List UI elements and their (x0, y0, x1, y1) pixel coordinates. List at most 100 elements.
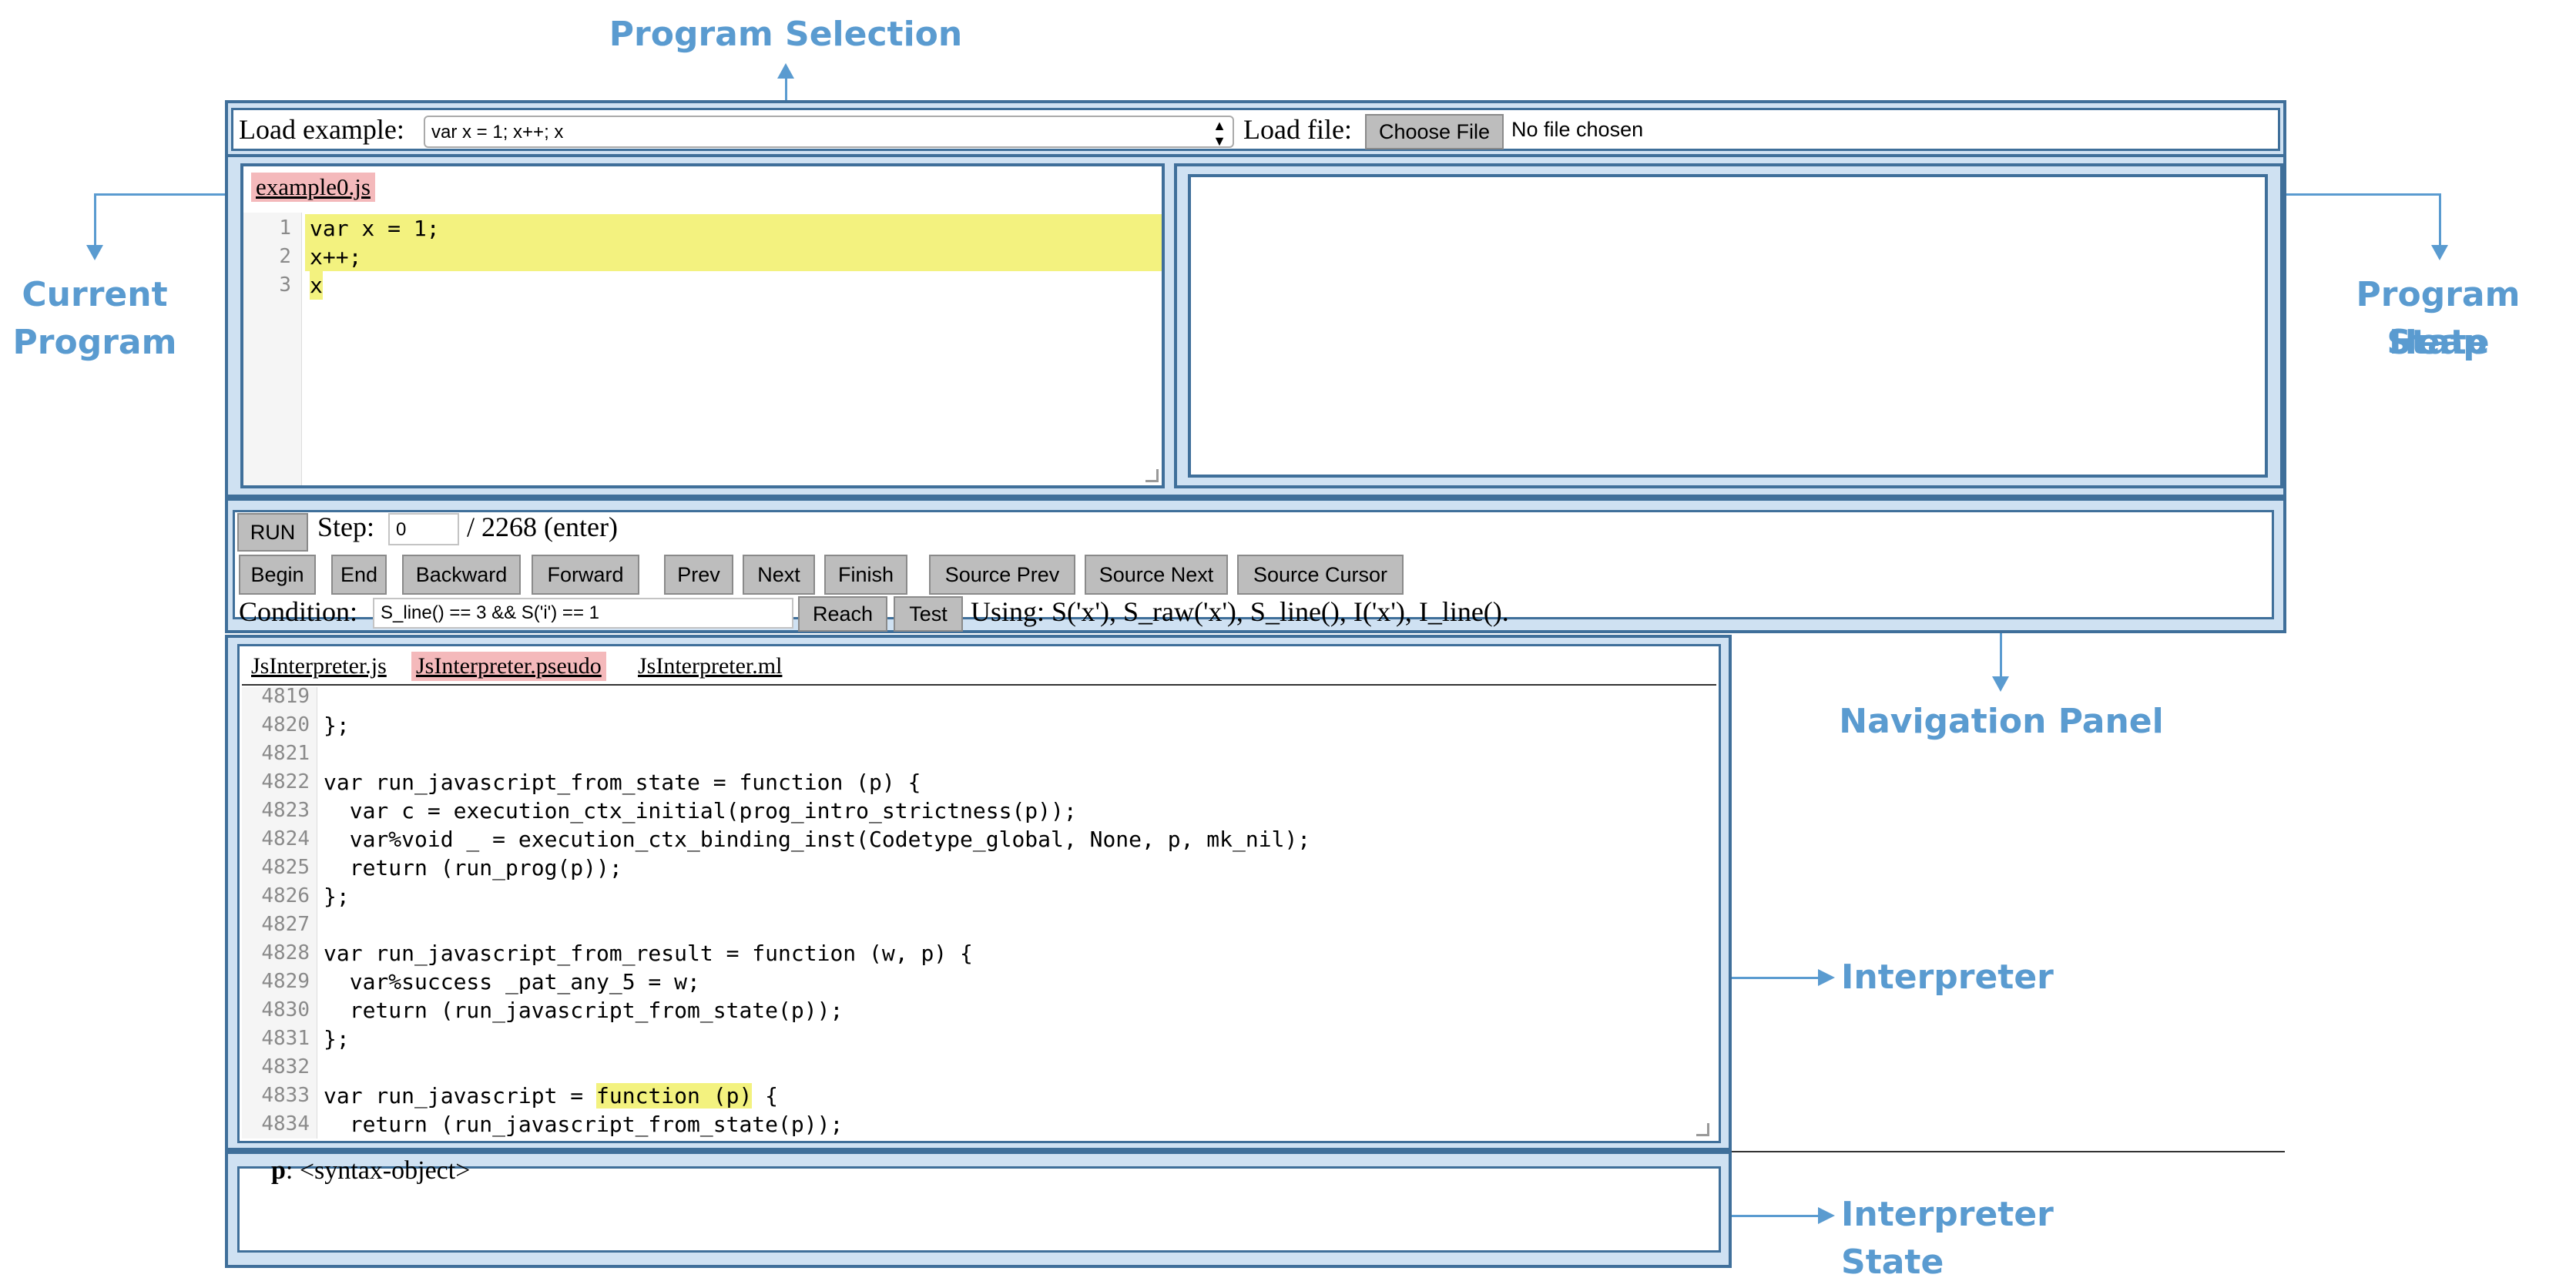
end-button[interactable]: End (331, 555, 387, 595)
callout-line-heap-v (2439, 193, 2441, 246)
state-var-value: : <syntax-object> (285, 1156, 471, 1185)
interpreter-line[interactable]: 4824 var%void _ = execution_ctx_binding_… (242, 825, 1706, 854)
callout-line-current-program-v (94, 193, 96, 246)
example-select[interactable]: var x = 1; x++; x ▲ ▼ (424, 116, 1234, 148)
callout-navigation-panel: Navigation Panel (1839, 702, 2164, 741)
interpreter-line[interactable]: 4833 var run_javascript = function (p) { (242, 1082, 1706, 1110)
editor-line-2[interactable]: 2 x++; (243, 243, 1162, 271)
step-total-text: / 2268 (enter) (467, 512, 618, 542)
callout-arrow-interpreter (1818, 969, 1835, 986)
callout-program-selection: Program Selection (609, 15, 963, 54)
interpreter-panel: JsInterpreter.js JsInterpreter.pseudo Js… (225, 635, 1732, 1151)
callout-arrow-current-program (86, 245, 103, 260)
interpreter-line[interactable]: 4826}; (242, 882, 1706, 911)
interpreter-line-text: var run_javascript_from_state = function… (324, 770, 921, 795)
source-next-button[interactable]: Source Next (1085, 555, 1228, 595)
source-prev-button[interactable]: Source Prev (929, 555, 1075, 595)
condition-input[interactable]: S_line() == 3 && S('i') == 1 (373, 598, 793, 629)
backward-button[interactable]: Backward (402, 555, 521, 595)
editor-tab-example0[interactable]: example0.js (251, 173, 375, 202)
interpreter-line-number: 4824 (261, 827, 310, 850)
begin-button[interactable]: Begin (239, 555, 316, 595)
interpreter-line-text: var c = execution_ctx_initial(prog_intro… (324, 798, 1077, 823)
interpreter-line[interactable]: 4828 var run_javascript_from_result = fun… (242, 939, 1706, 968)
source-cursor-button[interactable]: Source Cursor (1237, 555, 1404, 595)
no-file-chosen-text: No file chosen (1511, 118, 1644, 141)
callout-arrow-program-selection (777, 63, 794, 79)
editor-line-number: 2 (279, 245, 291, 268)
interpreter-line[interactable]: 4820}; (242, 711, 1706, 740)
interpreter-line[interactable]: 4825 return (run_prog(p)); (242, 854, 1706, 882)
navigation-panel: RUN Step: 0 / 2268 (enter) Begin End Bac… (225, 498, 2286, 633)
interpreter-line-number: 4833 (261, 1084, 310, 1107)
interpreter-line-text-post: { (752, 1083, 779, 1109)
step-label: Step: (317, 512, 375, 542)
divider-line (1732, 1151, 2285, 1152)
interpreter-current-highlight: function (p) (596, 1083, 753, 1109)
using-hint-text: Using: S('x'), S_raw('x'), S_line(), I('… (971, 596, 1509, 627)
editor-line-number: 3 (279, 273, 291, 297)
heap-panel-frame (1174, 163, 2283, 488)
interpreter-line-text: return (run_javascript_from_state(p)); (324, 1112, 844, 1137)
interpreter-line[interactable]: 4834 return (run_javascript_from_state(p… (242, 1110, 1706, 1139)
condition-label: Condition: (239, 596, 358, 627)
interpreter-state-entry: p: <syntax-object> (271, 1154, 470, 1188)
interpreter-line[interactable]: 4832 (242, 1053, 1706, 1082)
next-button[interactable]: Next (743, 555, 815, 595)
program-heap-panel (1188, 174, 2268, 478)
tab-jsinterpreter-pseudo[interactable]: JsInterpreter.pseudo (411, 652, 606, 681)
interpreter-line[interactable]: 4823 var c = execution_ctx_initial(prog_… (242, 797, 1706, 825)
interpreter-line-number: 4830 (261, 998, 310, 1021)
interpreter-line-text: }; (324, 713, 350, 738)
interpreter-line[interactable]: 4830 return (run_javascript_from_state(p… (242, 996, 1706, 1025)
interpreter-line-number: 4829 (261, 970, 310, 993)
current-program-panel: example0.js 1 var x = 1; 2 x++; 3 x (240, 163, 1165, 488)
program-selection-panel: Load example: var x = 1; x++; x ▲ ▼ Load … (225, 100, 2286, 159)
example-select-value: var x = 1; x++; x (431, 122, 564, 143)
interpreter-line[interactable]: 4819 (242, 687, 1706, 711)
callout-interpreter: Interpreter (1841, 958, 2054, 997)
test-button[interactable]: Test (894, 596, 963, 632)
interpreter-line-number: 4832 (261, 1055, 310, 1078)
callout-line-navigation (2000, 630, 2002, 678)
interpreter-line[interactable]: 4827 (242, 911, 1706, 939)
tab-jsinterpreter-ml[interactable]: JsInterpreter.ml (633, 652, 787, 681)
interpreter-line[interactable]: 4821 (242, 740, 1706, 768)
editor-line-number: 1 (279, 216, 291, 240)
callout-arrow-navigation (1992, 676, 2009, 692)
choose-file-button[interactable]: Choose File (1365, 114, 1504, 149)
callout-line-program-selection (785, 77, 787, 102)
editor-line-text: x (310, 271, 323, 300)
editor-resize-grip-icon[interactable] (1145, 469, 1159, 482)
editor-line-1[interactable]: 1 var x = 1; (243, 214, 1162, 243)
finish-button[interactable]: Finish (824, 555, 907, 595)
run-button[interactable]: RUN (237, 513, 308, 552)
callout-line-interpreter-state (1730, 1215, 1820, 1217)
prev-button[interactable]: Prev (664, 555, 733, 595)
interpreter-line-number: 4831 (261, 1027, 310, 1050)
reach-button[interactable]: Reach (798, 596, 887, 632)
editor-line-3[interactable]: 3 x (243, 271, 1162, 300)
callout-heap-line2: State (2386, 323, 2490, 362)
tab-jsinterpreter-js[interactable]: JsInterpreter.js (247, 652, 391, 681)
interpreter-line-number: 4825 (261, 856, 310, 879)
interpreter-resize-grip-icon[interactable] (1696, 1123, 1709, 1136)
interpreter-line[interactable]: 4831}; (242, 1025, 1706, 1053)
interpreter-code-viewport[interactable]: 4819 4820}; 4821 4822 var run_javascript_fro… (242, 687, 1715, 1139)
interpreter-line-number: 4821 (261, 742, 310, 765)
interpreter-state-panel: p: <syntax-object> (225, 1151, 1732, 1268)
load-file-label: Load file: (1243, 114, 1352, 145)
interpreter-line[interactable]: 4829 var%success _pat_any_5 = w; (242, 968, 1706, 996)
step-input[interactable]: 0 (388, 513, 459, 545)
interpreter-line[interactable]: 4822 var run_javascript_from_state = func… (242, 768, 1706, 797)
load-example-label: Load example: (239, 114, 404, 145)
interpreter-line-number: 4834 (261, 1112, 310, 1135)
callout-line-interpreter (1730, 977, 1820, 979)
interpreter-line-number: 4827 (261, 913, 310, 936)
state-var-name: p (271, 1156, 286, 1185)
interpreter-line-text: }; (324, 1026, 350, 1052)
select-arrows-icon: ▲ ▼ (1213, 118, 1226, 148)
interpreter-line-text: var%void _ = execution_ctx_binding_inst(… (324, 827, 1311, 852)
forward-button[interactable]: Forward (532, 555, 639, 595)
callout-current-program-line1: Current (22, 275, 168, 314)
